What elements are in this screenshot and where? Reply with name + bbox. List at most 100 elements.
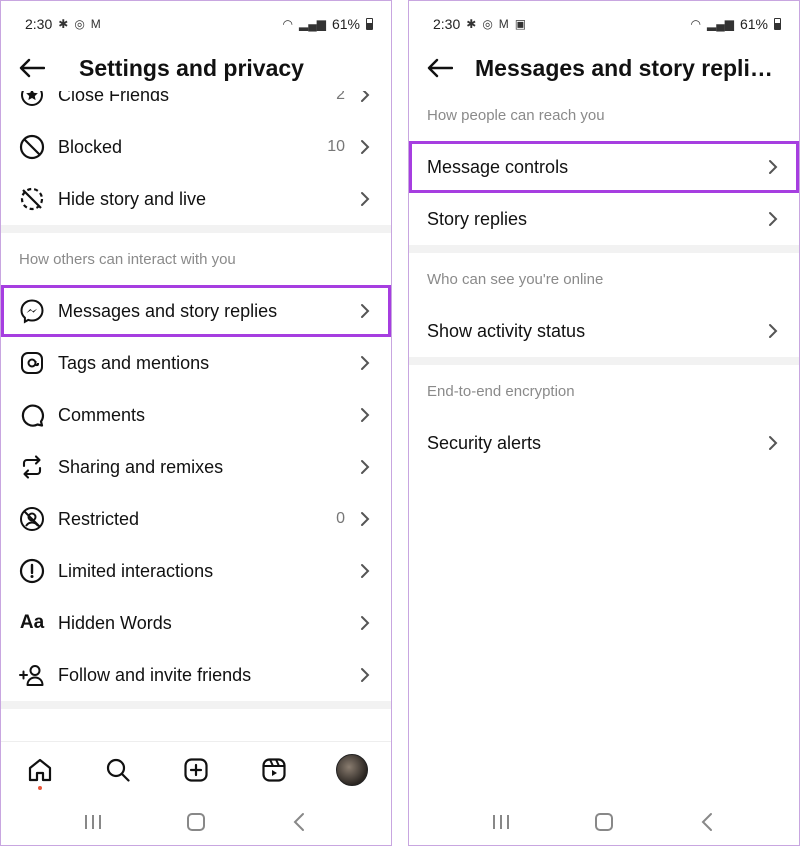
slack-icon: ✱ <box>466 17 477 31</box>
list-item-count: 0 <box>336 510 345 527</box>
gallery-icon: ▣ <box>514 17 527 31</box>
settings-privacy-screen: 2:30 ✱ ◎ M ◠ ▂▄▆ 61% Settings and privac… <box>0 0 392 846</box>
list-item-messages-story-replies[interactable]: Messages and story replies <box>1 285 391 337</box>
system-back-button[interactable] <box>279 802 319 842</box>
chevron-right-icon <box>359 563 371 579</box>
list-item-count: 10 <box>327 138 345 155</box>
home-icon <box>28 758 52 781</box>
list-item-label: Tags and mentions <box>58 352 210 373</box>
chevron-right-icon <box>359 459 371 475</box>
list-item-sharing-remixes[interactable]: Sharing and remixes <box>1 441 391 493</box>
list-item-label: Messages and story replies <box>58 300 278 321</box>
list-item-tags-mentions[interactable]: Tags and mentions <box>1 337 391 389</box>
star-icon <box>19 91 45 108</box>
list-item-security-alerts[interactable]: Security alerts <box>409 417 799 469</box>
chevron-right-icon <box>359 303 371 319</box>
restricted-icon <box>19 506 45 532</box>
signal-icon: ▂▄▆ <box>299 17 326 31</box>
header: Messages and story repli… <box>409 45 799 91</box>
avatar <box>336 753 368 786</box>
list-item-comments[interactable]: Comments <box>1 389 391 441</box>
chevron-right-icon <box>359 615 371 631</box>
list-item-label: Story replies <box>427 208 528 229</box>
chevron-right-icon <box>359 355 371 371</box>
chevron-right-icon <box>359 511 371 527</box>
home-square-icon <box>594 813 613 831</box>
page-title: Settings and privacy <box>79 54 304 81</box>
recent-apps-button[interactable] <box>73 802 113 842</box>
back-button[interactable] <box>7 45 57 91</box>
gmail-icon: M <box>498 17 509 31</box>
list-item-label: Close Friends <box>58 91 170 105</box>
list-item-label: Blocked <box>58 136 123 157</box>
section-divider <box>1 225 391 233</box>
list-item-label: Hidden Words <box>58 612 172 633</box>
section-label: End-to-end encryption <box>427 382 575 400</box>
list-item-count: 2 <box>336 91 345 103</box>
battery-percent: 61% <box>331 16 360 32</box>
instagram-icon: ◎ <box>74 17 85 31</box>
list-item-label: Show activity status <box>427 320 586 341</box>
battery-percent: 61% <box>739 16 768 32</box>
section-divider <box>409 357 799 365</box>
list-item-story-replies[interactable]: Story replies <box>409 193 799 245</box>
nav-home[interactable] <box>18 748 62 792</box>
list-item-label: Security alerts <box>427 432 542 453</box>
messages-settings-list: How people can reach you Message control… <box>409 89 799 469</box>
at-icon <box>19 350 45 376</box>
nav-create[interactable] <box>174 748 218 792</box>
slack-icon: ✱ <box>58 17 69 31</box>
list-item-restricted[interactable]: Restricted 0 <box>1 493 391 545</box>
home-button[interactable] <box>176 802 216 842</box>
list-item-follow-invite[interactable]: Follow and invite friends <box>1 649 391 701</box>
page-title: Messages and story repli… <box>475 54 773 81</box>
list-item-hidden-words[interactable]: Aa Hidden Words <box>1 597 391 649</box>
gmail-icon: M <box>90 17 101 31</box>
chevron-right-icon <box>767 211 779 227</box>
home-square-icon <box>186 813 205 831</box>
chevron-right-icon <box>359 191 371 207</box>
add-person-icon <box>19 662 45 688</box>
instagram-icon: ◎ <box>482 17 493 31</box>
section-label: How people can reach you <box>427 106 605 124</box>
recent-apps-button[interactable] <box>481 802 521 842</box>
wifi-icon: ◠ <box>282 17 293 31</box>
signal-icon: ▂▄▆ <box>707 17 734 31</box>
back-button[interactable] <box>415 45 465 91</box>
chevron-right-icon <box>359 407 371 423</box>
list-item-hide-story[interactable]: Hide story and live <box>1 173 391 225</box>
status-time: 2:30 <box>25 16 53 32</box>
recents-icon <box>492 815 509 829</box>
list-item-limited-interactions[interactable]: Limited interactions <box>1 545 391 597</box>
list-item-label: Restricted <box>58 508 140 529</box>
list-item-label: Message controls <box>427 156 569 177</box>
settings-list: Close Friends 2 Blocked 10 Hide story an… <box>1 91 391 709</box>
list-item-label: Hide story and live <box>58 188 207 209</box>
list-item-label: Follow and invite friends <box>58 664 252 685</box>
section-divider <box>409 245 799 253</box>
nav-search[interactable] <box>96 748 140 792</box>
hide-story-icon <box>19 186 45 212</box>
status-time: 2:30 <box>433 16 461 32</box>
messages-story-replies-screen: 2:30 ✱ ◎ M ▣ ◠ ▂▄▆ 61% Messages and stor… <box>408 0 800 846</box>
reels-icon <box>262 757 286 782</box>
messenger-icon <box>19 298 45 324</box>
list-item-close-friends[interactable]: Close Friends 2 <box>1 91 391 121</box>
nav-reels[interactable] <box>252 748 296 792</box>
battery-icon <box>774 18 781 30</box>
chevron-left-icon <box>293 813 305 831</box>
bottom-navigation <box>1 741 391 797</box>
limited-icon <box>19 558 45 584</box>
section-divider <box>1 701 391 709</box>
list-item-label: Comments <box>58 404 146 425</box>
system-navigation <box>1 797 391 845</box>
status-bar: 2:30 ✱ ◎ M ▣ ◠ ▂▄▆ 61% <box>409 11 799 37</box>
status-bar: 2:30 ✱ ◎ M ◠ ▂▄▆ 61% <box>1 11 391 37</box>
system-back-button[interactable] <box>687 802 727 842</box>
list-item-blocked[interactable]: Blocked 10 <box>1 121 391 173</box>
repost-icon <box>19 454 45 480</box>
list-item-message-controls[interactable]: Message controls <box>409 141 799 193</box>
list-item-activity-status[interactable]: Show activity status <box>409 305 799 357</box>
home-button[interactable] <box>584 802 624 842</box>
nav-profile[interactable] <box>330 748 374 792</box>
